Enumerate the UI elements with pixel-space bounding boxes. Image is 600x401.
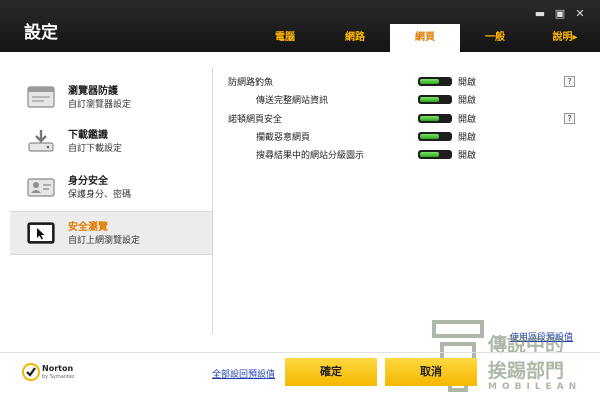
setting-label: 攔截惡意網頁 bbox=[256, 133, 311, 143]
settings-panel: 防網路釣魚 開啟 ? 傳送完整網站資訊 開啟 諾頓網頁安全 開啟 ? 攔截惡意網… bbox=[228, 74, 588, 174]
cursor-screen-icon bbox=[27, 222, 55, 244]
norton-brand-sub: by Symantec bbox=[42, 374, 75, 380]
sidebar-item-title: 瀏覽器防護 bbox=[68, 86, 118, 97]
setting-row-block-malicious: 攔截惡意網頁 開啟 bbox=[228, 129, 588, 145]
watermark-text: MOBILEAN bbox=[488, 382, 582, 392]
browser-window-icon bbox=[27, 86, 55, 108]
sidebar-item-title: 身分安全 bbox=[68, 176, 108, 187]
toggle-on-indicator bbox=[420, 152, 439, 157]
toggle-on-indicator bbox=[420, 134, 439, 139]
tab-help[interactable]: 說明▸ bbox=[530, 24, 600, 52]
setting-row-anti-phishing: 防網路釣魚 開啟 ? bbox=[228, 74, 588, 90]
norton-logo: Norton by Symantec bbox=[22, 363, 82, 383]
sidebar-item-title: 下載鑑識 bbox=[68, 130, 108, 141]
sidebar-item-subtitle: 自訂瀏覽器設定 bbox=[68, 100, 132, 110]
sidebar-item-safe-surfing[interactable]: 安全瀏覽 自訂上網瀏覽設定 bbox=[10, 211, 212, 255]
setting-row-send-site-info: 傳送完整網站資訊 開啟 bbox=[228, 92, 588, 108]
sidebar-item-download-insight[interactable]: 下載鑑識 自訂下載設定 bbox=[10, 120, 212, 164]
setting-state: 開啟 bbox=[458, 115, 477, 125]
setting-state: 開啟 bbox=[458, 133, 477, 143]
toggle-switch[interactable] bbox=[418, 150, 452, 159]
toggle-on-indicator bbox=[420, 116, 439, 121]
setting-row-norton-safe-web: 諾頓網頁安全 開啟 ? bbox=[228, 111, 588, 127]
panel-divider bbox=[212, 68, 213, 334]
help-icon[interactable]: ? bbox=[564, 113, 575, 124]
close-icon[interactable]: ✕ bbox=[574, 8, 586, 20]
id-card-icon bbox=[27, 178, 55, 197]
toggle-on-indicator bbox=[420, 97, 439, 102]
tab-computer[interactable]: 電腦 bbox=[250, 24, 320, 52]
toggle-on-indicator bbox=[420, 79, 439, 84]
tab-bar: 電腦 網路 網頁 一般 說明▸ bbox=[250, 24, 600, 52]
setting-row-site-rating-icons: 搜尋結果中的網站分級圖示 開啟 bbox=[228, 147, 588, 163]
setting-state: 開啟 bbox=[458, 96, 477, 106]
sidebar-item-subtitle: 保護身分、密碼 bbox=[68, 190, 132, 200]
tab-general[interactable]: 一般 bbox=[460, 24, 530, 52]
toggle-switch[interactable] bbox=[418, 77, 452, 86]
setting-label: 傳送完整網站資訊 bbox=[256, 96, 329, 106]
norton-brand: Norton bbox=[42, 364, 74, 373]
footer-divider bbox=[0, 352, 600, 353]
tab-web[interactable]: 網頁 bbox=[390, 24, 460, 52]
window-controls: ▬ ▣ ✕ bbox=[534, 8, 586, 20]
watermark-text: 挨踢部門 bbox=[488, 360, 565, 382]
toggle-switch[interactable] bbox=[418, 95, 452, 104]
tab-network[interactable]: 網路 bbox=[320, 24, 390, 52]
sidebar-item-subtitle: 自訂上網瀏覽設定 bbox=[68, 236, 141, 246]
reset-all-defaults-link[interactable]: 全部設回預設值 bbox=[212, 367, 275, 380]
setting-label: 搜尋結果中的網站分級圖示 bbox=[256, 151, 365, 161]
ok-button[interactable]: 確定 bbox=[285, 358, 377, 386]
sidebar-item-identity-safe[interactable]: 身分安全 保護身分、密碼 bbox=[10, 166, 212, 210]
setting-label: 防網路釣魚 bbox=[228, 78, 274, 88]
help-icon[interactable]: ? bbox=[564, 76, 575, 87]
maximize-icon[interactable]: ▣ bbox=[554, 8, 566, 20]
sidebar: 瀏覽器防護 自訂瀏覽器設定 下載鑑識 自訂下載設定 身分安全 保護身分、密碼 安… bbox=[10, 68, 212, 358]
setting-state: 開啟 bbox=[458, 78, 477, 88]
window-title: 設定 bbox=[24, 23, 58, 43]
sidebar-item-subtitle: 自訂下載設定 bbox=[68, 144, 123, 154]
setting-label: 諾頓網頁安全 bbox=[228, 115, 283, 125]
title-bar: 設定 ▬ ▣ ✕ 電腦 網路 網頁 一般 說明▸ bbox=[0, 0, 600, 52]
download-tray-icon bbox=[28, 130, 54, 152]
sidebar-item-title: 安全瀏覽 bbox=[68, 222, 108, 233]
sidebar-item-browser-protection[interactable]: 瀏覽器防護 自訂瀏覽器設定 bbox=[10, 76, 212, 120]
cancel-button[interactable]: 取消 bbox=[385, 358, 477, 386]
minimize-icon[interactable]: ▬ bbox=[534, 8, 546, 20]
setting-state: 開啟 bbox=[458, 151, 477, 161]
toggle-switch[interactable] bbox=[418, 114, 452, 123]
norton-check-icon bbox=[22, 363, 40, 381]
toggle-switch[interactable] bbox=[418, 132, 452, 141]
